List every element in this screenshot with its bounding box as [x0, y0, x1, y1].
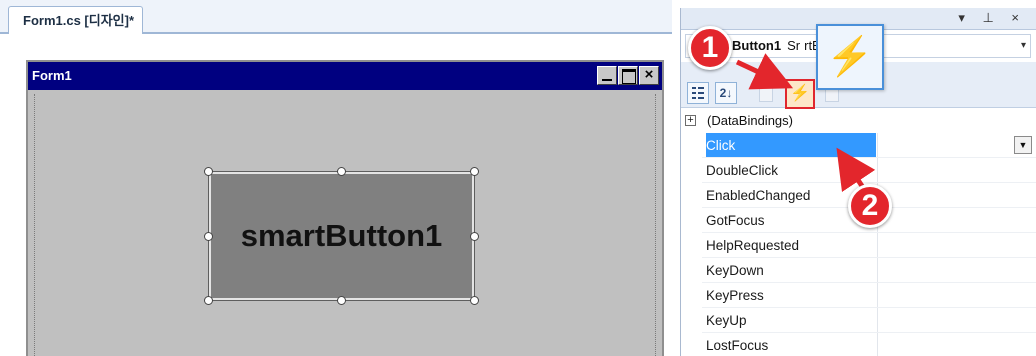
- object-name: Button1: [732, 38, 782, 53]
- group-label: (DataBindings): [707, 113, 793, 128]
- form-title: Form1: [32, 68, 72, 83]
- event-name[interactable]: DoubleClick: [706, 158, 876, 182]
- event-row[interactable]: KeyUp: [702, 308, 1036, 333]
- document-tab-strip: Form1.cs [디자인]*: [0, 0, 672, 34]
- form-window[interactable]: Form1 × smartButton1: [26, 60, 664, 356]
- event-handler-field[interactable]: [877, 233, 1036, 257]
- expand-icon[interactable]: +: [685, 115, 696, 126]
- step-2-badge: 2: [848, 184, 892, 228]
- step-1-badge: 1: [688, 26, 732, 70]
- event-name[interactable]: KeyUp: [706, 308, 876, 332]
- event-row[interactable]: DoubleClick: [702, 158, 1036, 183]
- close-icon: ×: [639, 66, 659, 85]
- chevron-down-icon[interactable]: ▾: [1021, 35, 1026, 57]
- group-databindings[interactable]: + (DataBindings): [681, 108, 1036, 133]
- event-handler-field[interactable]: [877, 333, 1036, 356]
- event-name[interactable]: KeyDown: [706, 258, 876, 282]
- event-name[interactable]: LostFocus: [706, 333, 876, 356]
- design-canvas[interactable]: Form1 × smartButton1: [8, 36, 672, 356]
- tab-form1-design[interactable]: Form1.cs [디자인]*: [8, 6, 144, 34]
- event-name[interactable]: Click: [706, 133, 876, 157]
- alphabetical-icon[interactable]: 2↓: [715, 82, 737, 104]
- event-row[interactable]: LostFocus: [702, 333, 1036, 356]
- caption-buttons: ×: [597, 66, 659, 85]
- panel-window-controls[interactable]: ▾ ⊥ ×: [958, 10, 1026, 26]
- resize-handle-left[interactable]: [204, 232, 213, 241]
- form-designer: Form1.cs [디자인]* Form1 × smartButton1: [0, 0, 672, 356]
- event-handler-field[interactable]: [877, 258, 1036, 282]
- form-title-bar: Form1 ×: [28, 62, 662, 90]
- resize-handle-right[interactable]: [470, 232, 479, 241]
- property-grid: + (DataBindings) Click ▼ DoubleClick Ena…: [681, 108, 1036, 356]
- smart-button[interactable]: smartButton1: [208, 171, 475, 301]
- event-row[interactable]: Click ▼: [702, 133, 1036, 158]
- object-type-prefix: Sr: [787, 38, 801, 53]
- lightning-icon[interactable]: ⚡: [785, 79, 815, 109]
- maximize-icon: [618, 66, 638, 85]
- resize-handle-bottom-left[interactable]: [204, 296, 213, 305]
- resize-handle-top-right[interactable]: [470, 167, 479, 176]
- event-handler-field[interactable]: [877, 308, 1036, 332]
- event-name[interactable]: HelpRequested: [706, 233, 876, 257]
- event-row[interactable]: KeyPress: [702, 283, 1036, 308]
- dropdown-arrow-icon[interactable]: ▼: [1014, 136, 1032, 154]
- resize-handle-bottom-right[interactable]: [470, 296, 479, 305]
- resize-handle-top-left[interactable]: [204, 167, 213, 176]
- event-handler-field[interactable]: ▼: [877, 133, 1036, 157]
- minimize-icon: [597, 66, 617, 85]
- event-row[interactable]: HelpRequested: [702, 233, 1036, 258]
- categorized-icon[interactable]: [687, 82, 709, 104]
- event-row[interactable]: KeyDown: [702, 258, 1036, 283]
- resize-handle-top[interactable]: [337, 167, 346, 176]
- event-handler-field[interactable]: [877, 208, 1036, 232]
- property-pages-icon[interactable]: [759, 84, 773, 102]
- resize-handle-bottom[interactable]: [337, 296, 346, 305]
- zoomed-lightning-icon: ⚡: [816, 24, 884, 90]
- event-handler-field[interactable]: [877, 158, 1036, 182]
- event-handler-field[interactable]: [877, 283, 1036, 307]
- event-name[interactable]: KeyPress: [706, 283, 876, 307]
- event-handler-field[interactable]: [877, 183, 1036, 207]
